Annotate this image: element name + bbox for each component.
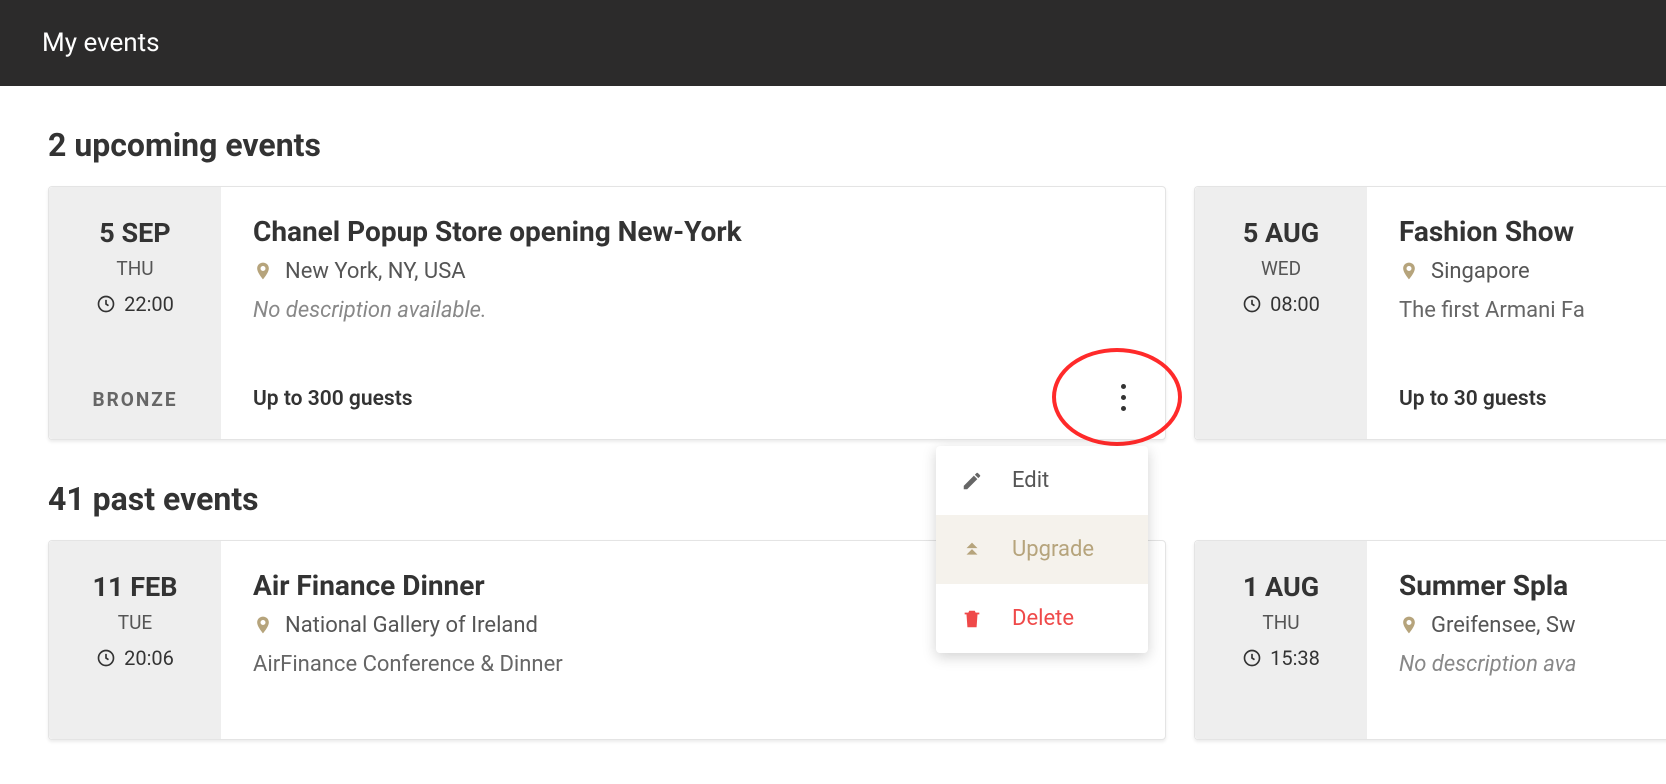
event-card[interactable]: 5 AUG WED 08:00 Fashion Show Singapore T… [1194,186,1666,440]
past-cards-row: 11 FEB TUE 20:06 Air Finance Dinner Nati… [48,540,1666,740]
event-time: 15:38 [1270,646,1320,670]
event-location: National Gallery of Ireland [285,613,538,638]
menu-item-upgrade[interactable]: Upgrade [936,515,1148,584]
event-date: 5 AUG [1243,217,1319,249]
clock-icon [96,648,116,668]
clock-icon [96,294,116,314]
event-actions-menu: Edit Upgrade Delete [936,446,1148,653]
event-time: 22:00 [124,292,174,316]
event-date-panel: 5 SEP THU 22:00 BRONZE [49,187,221,439]
event-location-row: Singapore [1399,258,1639,284]
event-body: Chanel Popup Store opening New-York New … [221,187,1165,439]
event-date-panel: 1 AUG THU 15:38 [1195,541,1367,739]
event-more-button[interactable] [1099,373,1147,421]
event-dayofweek: TUE [118,611,152,634]
event-guests: Up to 30 guests [1399,387,1547,411]
event-time-row: 15:38 [1242,646,1320,670]
event-location-row: Greifensee, Sw [1399,612,1639,638]
menu-item-label: Upgrade [1012,537,1094,562]
app-header: My events [0,0,1666,86]
event-date: 5 SEP [99,217,170,249]
pencil-icon [960,470,984,492]
trash-icon [960,608,984,630]
event-time: 08:00 [1270,292,1320,316]
upcoming-cards-row: 5 SEP THU 22:00 BRONZE Chanel Popup Stor… [48,186,1666,440]
menu-item-label: Edit [1012,468,1049,493]
event-location: Singapore [1431,259,1530,284]
header-title: My events [42,28,160,58]
event-card[interactable]: 5 SEP THU 22:00 BRONZE Chanel Popup Stor… [48,186,1166,440]
event-time: 20:06 [124,646,174,670]
past-section-title: 41 past events [48,480,1666,518]
event-time-row: 22:00 [96,292,174,316]
event-location: Greifensee, Sw [1431,613,1576,638]
location-pin-icon [1399,258,1419,284]
event-card[interactable]: 1 AUG THU 15:38 Summer Spla Greifensee, … [1194,540,1666,740]
event-dayofweek: THU [116,257,153,280]
event-dayofweek: WED [1261,257,1301,280]
clock-icon [1242,648,1262,668]
event-date: 1 AUG [1243,571,1319,603]
event-guests: Up to 300 guests [253,387,413,411]
event-title: Summer Spla [1399,569,1639,602]
event-date: 11 FEB [93,571,178,603]
event-time-row: 20:06 [96,646,174,670]
double-chevron-up-icon [960,539,984,561]
event-time-row: 08:00 [1242,292,1320,316]
event-date-panel: 11 FEB TUE 20:06 [49,541,221,739]
location-pin-icon [1399,612,1419,638]
event-dayofweek: THU [1262,611,1299,634]
upcoming-section-title: 2 upcoming events [48,126,1666,164]
event-title: Fashion Show [1399,215,1639,248]
event-location-row: New York, NY, USA [253,258,1131,284]
event-description: The first Armani Fa [1399,298,1639,323]
event-description: AirFinance Conference & Dinner [253,652,1131,677]
event-description: No description available. [253,298,1131,323]
event-title: Chanel Popup Store opening New-York [253,215,1131,248]
menu-item-edit[interactable]: Edit [936,446,1148,515]
event-description: No description ava [1399,652,1639,677]
event-location: New York, NY, USA [285,259,466,284]
more-vertical-icon [1121,384,1126,411]
menu-item-label: Delete [1012,606,1074,631]
location-pin-icon [253,258,273,284]
event-body: Summer Spla Greifensee, Sw No descriptio… [1367,541,1666,739]
clock-icon [1242,294,1262,314]
event-body: Fashion Show Singapore The first Armani … [1367,187,1666,439]
event-tier: BRONZE [92,388,177,411]
location-pin-icon [253,612,273,638]
menu-item-delete[interactable]: Delete [936,584,1148,653]
event-date-panel: 5 AUG WED 08:00 [1195,187,1367,439]
